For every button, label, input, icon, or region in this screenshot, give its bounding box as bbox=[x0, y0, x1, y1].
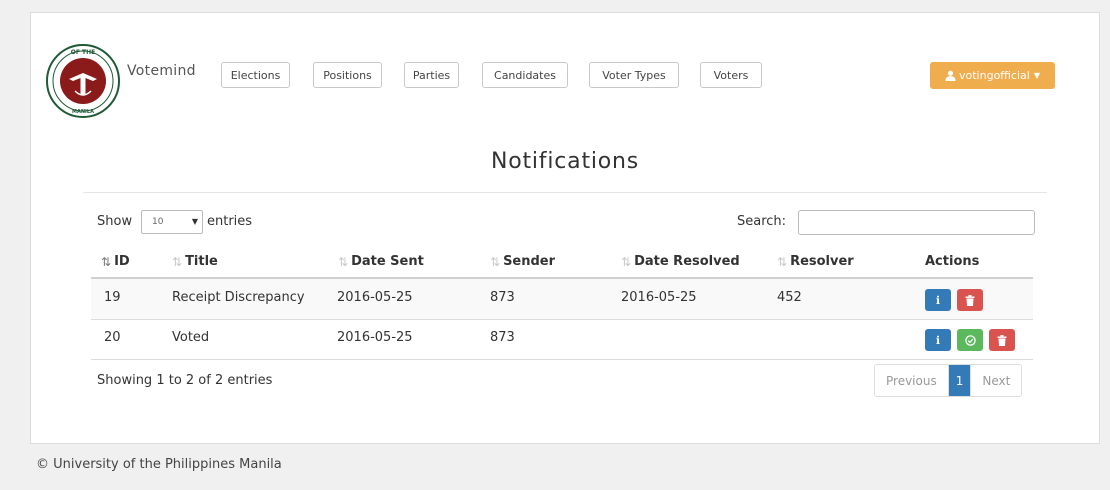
column-header-title[interactable]: ⇅ Title bbox=[172, 254, 218, 269]
sort-ascending-icon: ⇅ bbox=[101, 254, 112, 269]
cell-title: Receipt Discrepancy bbox=[172, 290, 305, 305]
show-label: Show bbox=[97, 214, 133, 229]
column-header-id[interactable]: ⇅ ID bbox=[101, 254, 130, 269]
chevron-down-icon: ▼ bbox=[191, 217, 199, 226]
sort-icon: ⇅ bbox=[490, 254, 501, 269]
delete-button[interactable] bbox=[989, 329, 1015, 351]
delete-button[interactable] bbox=[957, 289, 983, 311]
cell-sender: 873 bbox=[490, 290, 515, 305]
title-divider bbox=[83, 192, 1047, 193]
nav-parties-button[interactable]: Parties bbox=[404, 62, 459, 88]
sort-icon: ⇅ bbox=[777, 254, 788, 269]
trash-icon bbox=[965, 294, 975, 306]
nav-positions-button[interactable]: Positions bbox=[313, 62, 382, 88]
info-button[interactable]: ℹ bbox=[925, 289, 951, 311]
university-seal-logo: OF THE MANILA bbox=[46, 44, 120, 118]
next-page-button[interactable]: Next bbox=[970, 365, 1022, 396]
cell-date-resolved: 2016-05-25 bbox=[621, 290, 697, 305]
entries-per-page-select[interactable]: 10 ▼ bbox=[141, 210, 203, 234]
cell-date-sent: 2016-05-25 bbox=[337, 290, 413, 305]
trash-icon bbox=[997, 334, 1007, 346]
cell-resolver: 452 bbox=[777, 290, 802, 305]
nav-voters-button[interactable]: Voters bbox=[700, 62, 762, 88]
previous-page-button[interactable]: Previous bbox=[875, 365, 948, 396]
cell-id: 20 bbox=[104, 330, 121, 345]
column-header-sender[interactable]: ⇅ Sender bbox=[490, 254, 555, 269]
page-1-button[interactable]: 1 bbox=[947, 365, 971, 396]
row-divider bbox=[91, 319, 1033, 320]
entries-label: entries bbox=[207, 214, 253, 229]
column-header-resolver[interactable]: ⇅ Resolver bbox=[777, 254, 854, 269]
main-panel: OF THE MANILA Votemind Elections Positio… bbox=[30, 12, 1100, 444]
nav-voter-types-button[interactable]: Voter Types bbox=[589, 62, 679, 88]
cell-sender: 873 bbox=[490, 330, 515, 345]
footer-copyright: © University of the Philippines Manila bbox=[36, 457, 282, 472]
cell-title: Voted bbox=[172, 330, 210, 345]
svg-text:MANILA: MANILA bbox=[72, 109, 94, 115]
svg-text:OF THE: OF THE bbox=[71, 49, 96, 56]
pagination: Previous 1 Next bbox=[874, 364, 1023, 397]
cell-id: 19 bbox=[104, 290, 121, 305]
check-circle-icon bbox=[964, 334, 976, 346]
info-icon: ℹ bbox=[935, 293, 941, 307]
entries-per-page-value: 10 bbox=[152, 217, 164, 227]
user-icon bbox=[945, 70, 956, 81]
sort-icon: ⇅ bbox=[338, 254, 349, 269]
sort-icon: ⇅ bbox=[621, 254, 632, 269]
resolve-button[interactable] bbox=[957, 329, 983, 351]
column-header-actions: Actions bbox=[925, 254, 980, 269]
page-title: Notifications bbox=[490, 149, 640, 174]
column-header-date-sent[interactable]: ⇅ Date Sent bbox=[338, 254, 424, 269]
user-name-label: votingofficial bbox=[959, 69, 1030, 82]
user-menu-button[interactable]: votingofficial ▼ bbox=[930, 62, 1055, 89]
brand-name[interactable]: Votemind bbox=[127, 63, 196, 79]
search-label: Search: bbox=[737, 214, 787, 229]
info-icon: ℹ bbox=[935, 333, 941, 347]
row-divider bbox=[91, 359, 1033, 360]
search-input[interactable] bbox=[798, 210, 1035, 235]
nav-elections-button[interactable]: Elections bbox=[221, 62, 290, 88]
info-button[interactable]: ℹ bbox=[925, 329, 951, 351]
nav-candidates-button[interactable]: Candidates bbox=[482, 62, 568, 88]
table-info: Showing 1 to 2 of 2 entries bbox=[97, 373, 273, 388]
chevron-down-icon: ▼ bbox=[1033, 71, 1040, 80]
sort-icon: ⇅ bbox=[172, 254, 183, 269]
cell-date-sent: 2016-05-25 bbox=[337, 330, 413, 345]
column-header-date-resolved[interactable]: ⇅ Date Resolved bbox=[621, 254, 740, 269]
